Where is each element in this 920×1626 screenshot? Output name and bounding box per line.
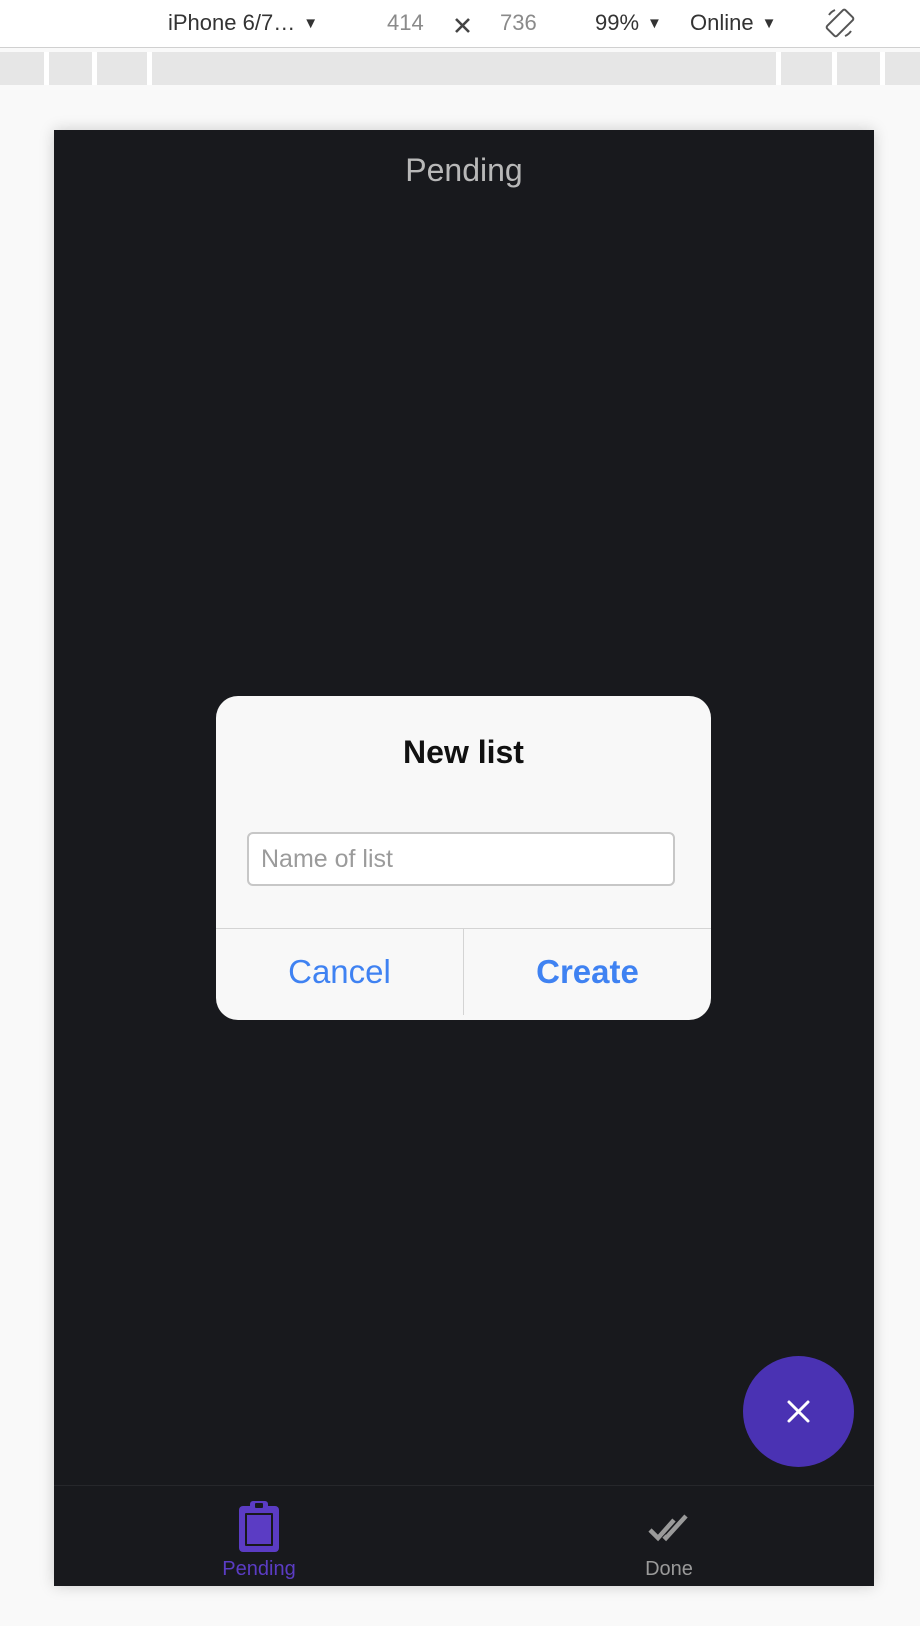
device-name: iPhone 6/7… [168, 10, 296, 35]
times-icon [455, 18, 470, 33]
ruler-divider [880, 52, 885, 85]
close-fab-button[interactable] [743, 1356, 854, 1467]
tab-pending[interactable]: Pending [54, 1486, 464, 1586]
device-select[interactable]: iPhone 6/7… ▼ [168, 8, 318, 38]
list-name-input[interactable] [247, 832, 675, 886]
tab-label: Pending [222, 1558, 296, 1580]
chevron-down-icon: ▼ [761, 15, 777, 32]
clipboard-icon [239, 1501, 279, 1552]
width-input[interactable]: 414 [387, 8, 424, 38]
zoom-select[interactable]: 99% ▼ [595, 8, 662, 38]
ruler-divider [776, 52, 781, 85]
network-select[interactable]: Online ▼ [690, 8, 776, 38]
tab-label: Done [645, 1558, 693, 1580]
media-query-bar [0, 52, 920, 85]
page-title: Pending [405, 152, 523, 188]
tab-done[interactable]: Done [464, 1486, 874, 1586]
device-viewport: Pending New list Cancel Create Pending [54, 130, 874, 1586]
new-list-dialog: New list Cancel Create [216, 696, 711, 1020]
ruler-divider [92, 52, 97, 85]
cancel-button[interactable]: Cancel [216, 929, 464, 1015]
dialog-actions: Cancel Create [216, 928, 711, 1020]
devtools-toolbar: iPhone 6/7… ▼ 414 736 99% ▼ Online ▼ [0, 0, 920, 48]
create-button[interactable]: Create [464, 929, 711, 1015]
network-value: Online [690, 10, 754, 35]
chevron-down-icon: ▼ [647, 15, 662, 32]
chevron-down-icon: ▼ [303, 15, 319, 32]
ruler-divider [147, 52, 152, 85]
dialog-title: New list [403, 734, 524, 770]
ruler-divider [832, 52, 837, 85]
close-icon [787, 1400, 810, 1423]
tab-bar: Pending Done [54, 1485, 874, 1586]
zoom-value: 99% [595, 10, 640, 35]
rotate-icon[interactable] [823, 6, 857, 40]
height-input[interactable]: 736 [500, 8, 537, 38]
double-check-icon [648, 1514, 688, 1542]
ruler-divider [44, 52, 49, 85]
